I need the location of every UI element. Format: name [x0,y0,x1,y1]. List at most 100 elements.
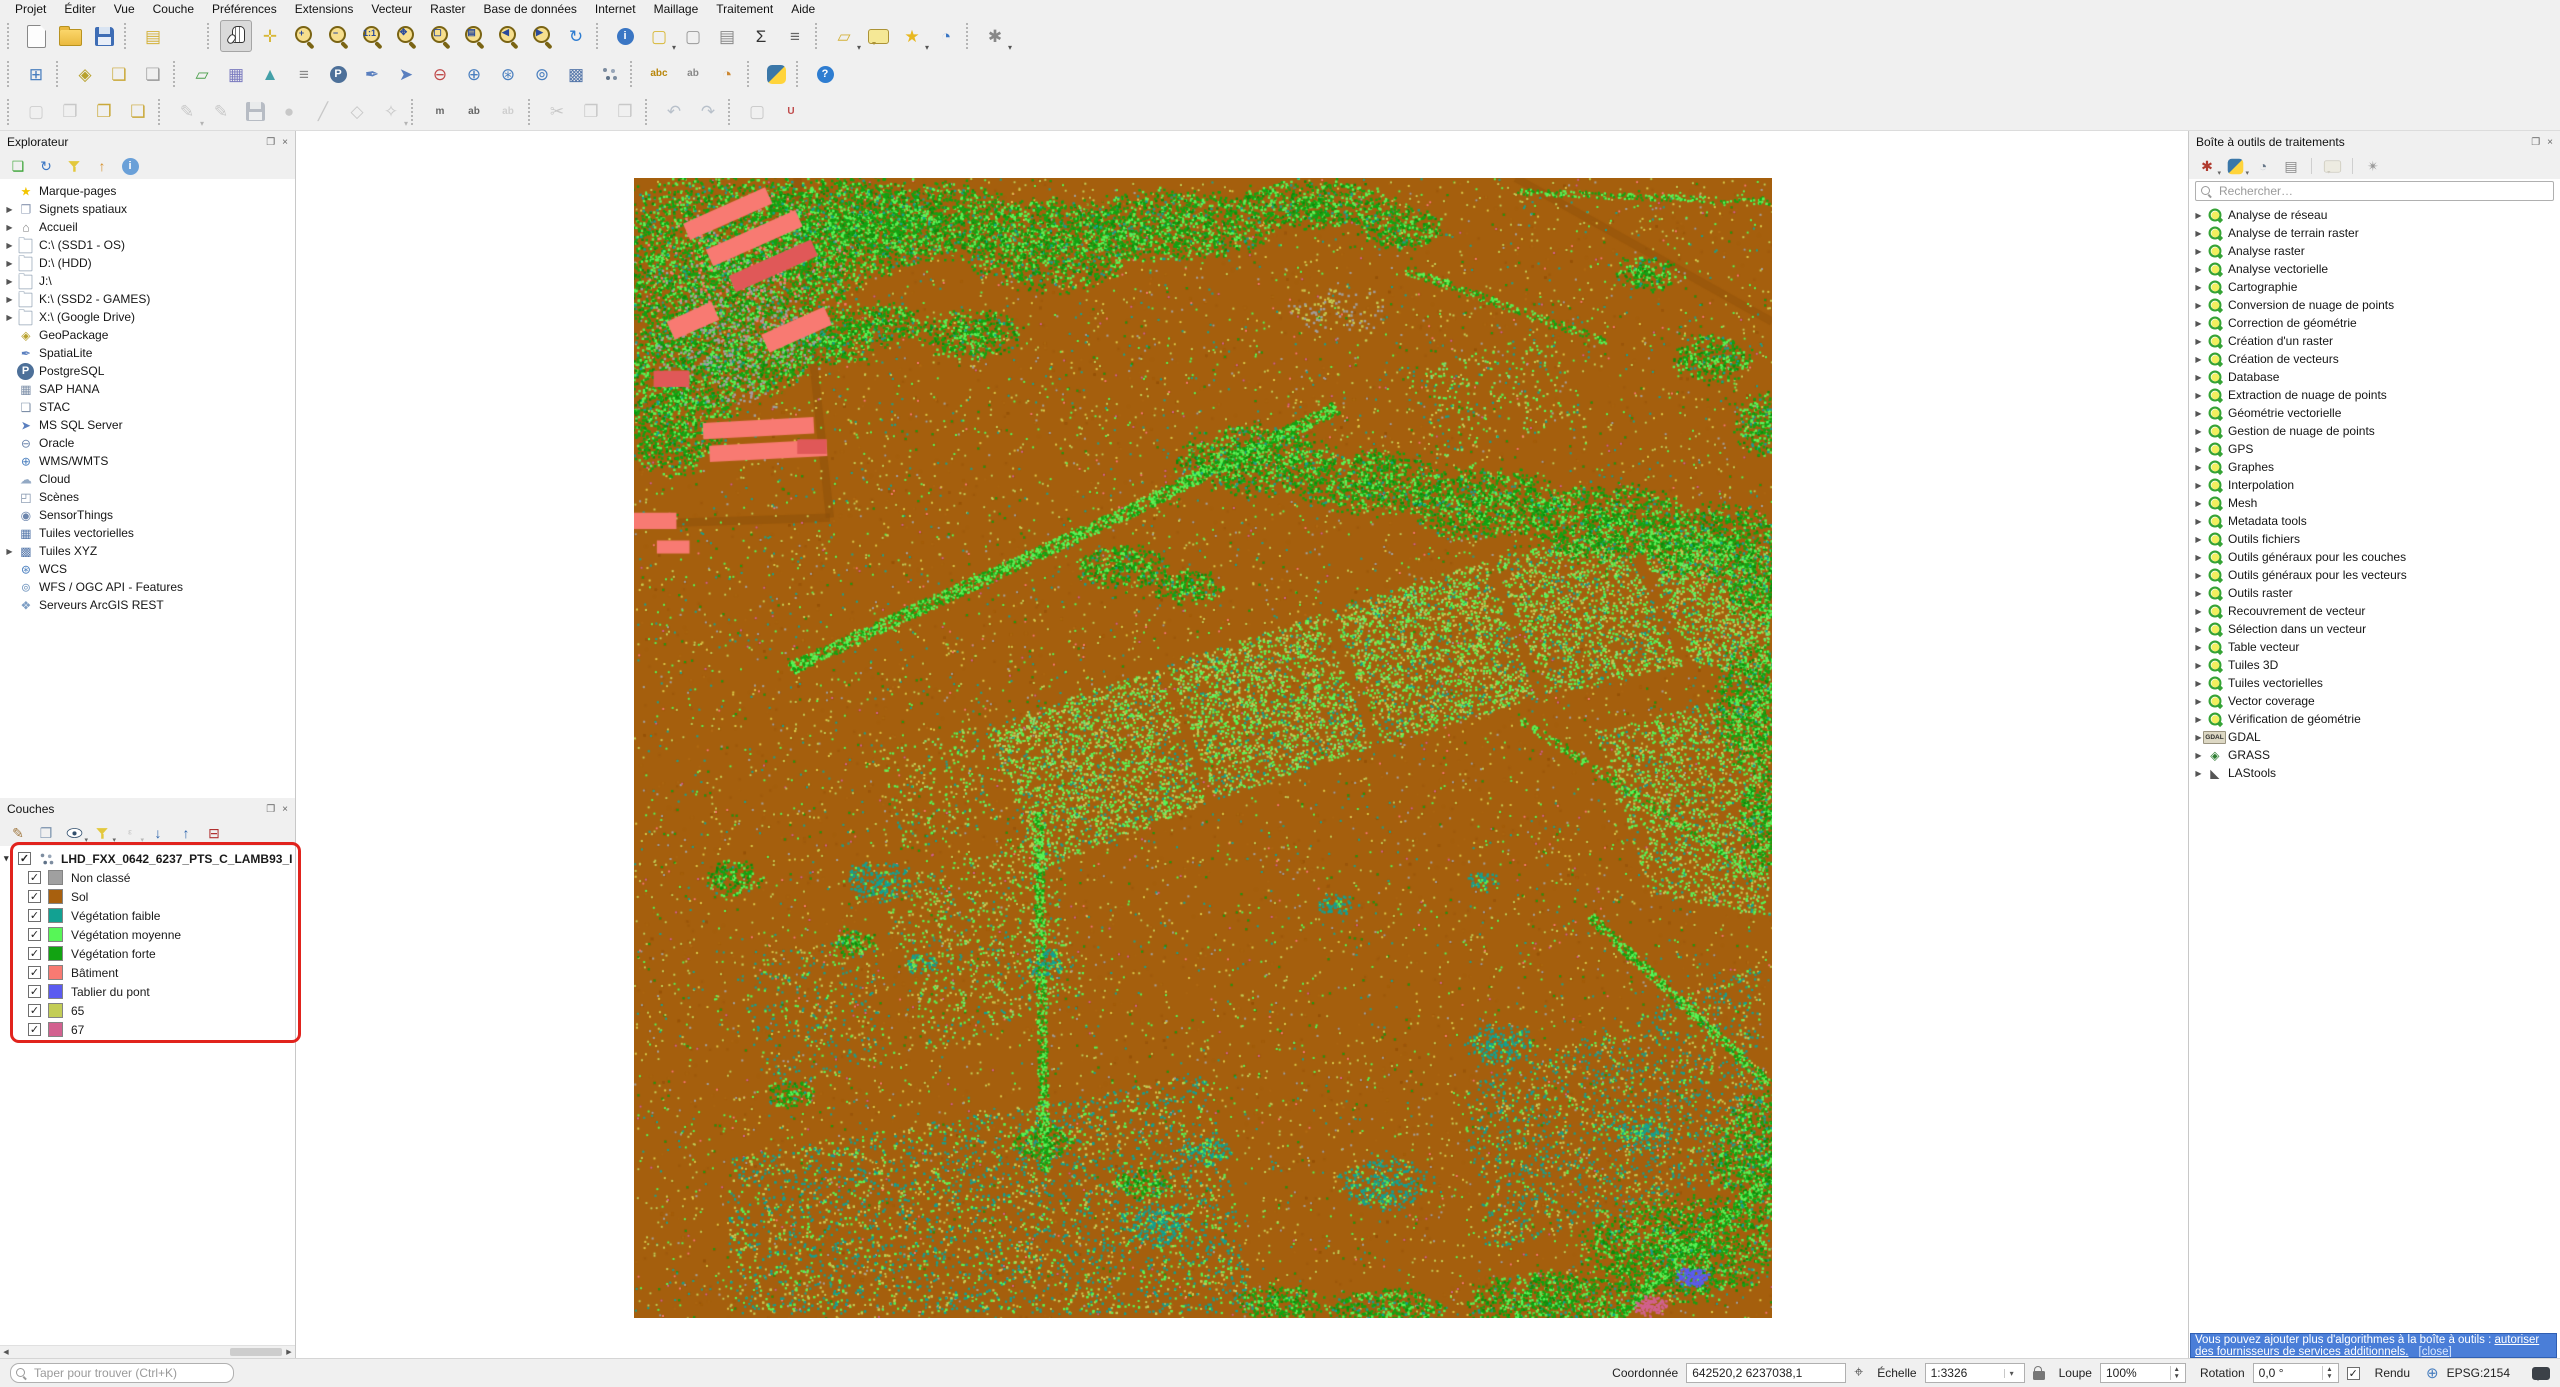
add-point-cloud-layer-button[interactable] [594,58,626,90]
browser-item-scenes[interactable]: ◰Scènes [0,488,295,506]
menu-couche[interactable]: Couche [144,1,203,17]
add-delimited-text-layer-button[interactable]: ≡ [288,58,320,90]
toolbar-grip[interactable] [7,61,16,87]
expand-icon[interactable]: ▶ [2192,643,2205,652]
algorithm-group-tuiles-vectorielles[interactable]: ▶Tuiles vectorielles [2189,674,2560,692]
delete-selected-button[interactable]: ▢ [741,96,773,128]
browser-item-wms-wmts[interactable]: ⊕WMS/WMTS [0,452,295,470]
algorithm-group-gps[interactable]: ▶GPS [2189,440,2560,458]
undo-button[interactable]: ↶ [658,96,690,128]
browser-item-postgresql[interactable]: PPostgreSQL [0,362,295,380]
algorithm-group-extraction-de-nuage-de-points[interactable]: ▶Extraction de nuage de points [2189,386,2560,404]
toolbox-options-button[interactable]: ✴ [2361,154,2385,178]
algorithm-group-mesh[interactable]: ▶Mesh [2189,494,2560,512]
zoom-in-button[interactable]: + [288,20,320,52]
algorithm-group-gestion-de-nuage-de-points[interactable]: ▶Gestion de nuage de points [2189,422,2560,440]
edit-in-place-button[interactable]: ▤ [2279,154,2303,178]
new-spatial-bookmark-button[interactable]: ★▾ [896,20,928,52]
copy-move-features-button[interactable]: ❏ [122,96,154,128]
algorithm-group-creation-d-un-raster[interactable]: ▶Création d'un raster [2189,332,2560,350]
collapse-all-layers-button[interactable]: ↑ [174,821,198,845]
add-mesh-layer-button[interactable]: ▲ [254,58,286,90]
expand-icon[interactable]: ▶ [3,205,16,214]
expand-icon[interactable]: ▶ [3,295,16,304]
toolbar-grip[interactable] [596,23,605,49]
toolbar-grip[interactable] [645,99,654,125]
toolbox-searchbox[interactable] [2195,181,2554,201]
expand-icon[interactable]: ▶ [2192,625,2205,634]
help-button[interactable]: ? [809,58,841,90]
layer-diagram-options-button[interactable]: ◔ [711,58,743,90]
add-spatialite-layer-button[interactable]: ✒ [356,58,388,90]
browser-item-ms-sql-server[interactable]: ➤MS SQL Server [0,416,295,434]
legend-class-vegetation-faible[interactable]: ✓Végétation faible [0,906,295,925]
map-canvas-area[interactable] [296,131,2188,1358]
menu-vecteur[interactable]: Vecteur [362,1,421,17]
algorithm-group-interpolation[interactable]: ▶Interpolation [2189,476,2560,494]
algorithm-group-analyse-de-terrain-raster[interactable]: ▶Analyse de terrain raster [2189,224,2560,242]
expand-icon[interactable]: ▶ [2192,265,2205,274]
expand-icon[interactable]: ▶ [2192,319,2205,328]
algorithm-group-outils-fichiers[interactable]: ▶Outils fichiers [2189,530,2560,548]
toolbar-grip[interactable] [173,61,182,87]
browser-item-sap-hana[interactable]: ▦SAP HANA [0,380,295,398]
layer-labeling-options-button[interactable]: ab [677,58,709,90]
menu-projet[interactable]: Projet [6,1,55,17]
field-calculator-button[interactable]: Σ [745,20,777,52]
menu-internet[interactable]: Internet [586,1,645,17]
new-temporary-scratch-layer-button[interactable]: ❏ [137,58,169,90]
cut-features-button[interactable]: ✂ [541,96,573,128]
expand-icon[interactable]: ▶ [3,223,16,232]
expand-icon[interactable]: ▶ [2192,373,2205,382]
move-features-button[interactable]: ❐ [88,96,120,128]
algorithm-group-tuiles-3d[interactable]: ▶Tuiles 3D [2189,656,2560,674]
browser-item-c-ssd1-os[interactable]: ▶C:\ (SSD1 - OS) [0,236,295,254]
add-raster-layer-button[interactable]: ▦ [220,58,252,90]
layer-item-point-cloud[interactable]: ▾✓LHD_FXX_0642_6237_PTS_C_LAMB93_I [0,849,295,868]
python-console-button[interactable] [760,58,792,90]
algorithm-group-analyse-raster[interactable]: ▶Analyse raster [2189,242,2560,260]
open-project-button[interactable] [54,20,86,52]
filter-legend-button[interactable]: ▾ [90,821,114,845]
add-vector-layer-button[interactable]: ▱ [186,58,218,90]
expand-icon[interactable]: ▶ [2192,355,2205,364]
deselect-features-button[interactable]: ▢ [677,20,709,52]
browser-item-wcs[interactable]: ⊛WCS [0,560,295,578]
zoom-last-button[interactable]: ◀ [492,20,524,52]
toolbar-grip[interactable] [815,23,824,49]
filter-browser-button[interactable] [62,154,86,178]
legend-class-65[interactable]: ✓65 [0,1001,295,1020]
expand-icon[interactable]: ▶ [2192,463,2205,472]
copy-features-button[interactable]: ❐ [575,96,607,128]
expand-icon[interactable]: ▶ [2192,427,2205,436]
algorithm-group-selection-dans-un-vecteur[interactable]: ▶Sélection dans un vecteur [2189,620,2560,638]
add-wcs-layer-button[interactable]: ⊛ [492,58,524,90]
select-features-by-area-button[interactable]: ▢ [20,96,52,128]
browser-item-spatialite[interactable]: ✒SpatiaLite [0,344,295,362]
algorithm-group-lastools[interactable]: ▶◣LAStools [2189,764,2560,782]
expand-icon[interactable]: ▶ [3,259,16,268]
zoom-to-layer-button[interactable]: ▤ [458,20,490,52]
algorithm-group-analyse-vectorielle[interactable]: ▶Analyse vectorielle [2189,260,2560,278]
save-layer-edits-button[interactable] [239,96,271,128]
menu-base-de-donnees[interactable]: Base de données [474,1,585,17]
expand-all-button[interactable]: ↓ [146,821,170,845]
new-project-button[interactable] [20,20,52,52]
algorithm-group-grass[interactable]: ▶◈GRASS [2189,746,2560,764]
close-panel-icon[interactable]: × [282,137,288,148]
class-checkbox[interactable]: ✓ [28,890,41,903]
toolbar-grip[interactable] [728,99,737,125]
refresh-browser-button[interactable]: ↻ [34,154,58,178]
expand-icon[interactable]: ▶ [2192,301,2205,310]
scrollbar-track[interactable] [12,1347,283,1357]
algorithm-group-metadata-tools[interactable]: ▶Metadata tools [2189,512,2560,530]
properties-info-button[interactable]: i [118,154,142,178]
algorithm-group-outils-generaux-pour-les-couches[interactable]: ▶Outils généraux pour les couches [2189,548,2560,566]
algorithm-group-verification-de-geometrie[interactable]: ▶Vérification de géométrie [2189,710,2560,728]
zoom-out-button[interactable]: − [322,20,354,52]
identify-features-button[interactable]: i [609,20,641,52]
expand-icon[interactable]: ▶ [2192,211,2205,220]
browser-item-cloud[interactable]: ☁Cloud [0,470,295,488]
expand-icon[interactable]: ▶ [2192,409,2205,418]
legend-class-vegetation-forte[interactable]: ✓Végétation forte [0,944,295,963]
